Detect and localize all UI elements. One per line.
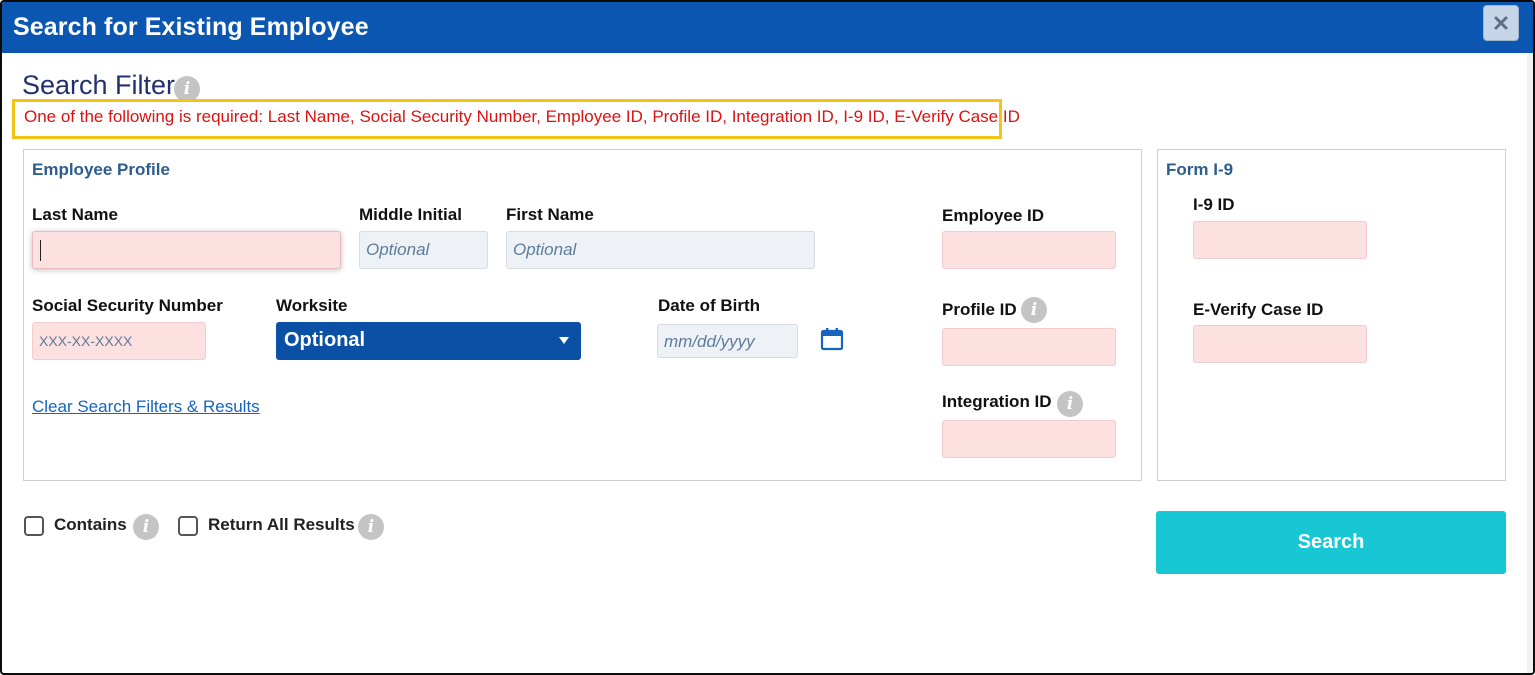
calendar-icon[interactable]	[819, 326, 845, 352]
contains-info-icon[interactable]: i	[133, 514, 159, 540]
worksite-select[interactable]: Optional	[276, 322, 581, 360]
ssn-input[interactable]: XXX-XX-XXXX	[32, 322, 206, 360]
first-name-input[interactable]: Optional	[506, 231, 815, 269]
ssn-label: Social Security Number	[32, 296, 223, 315]
requirement-text: One of the following is required: Last N…	[24, 107, 1020, 126]
close-icon	[1494, 16, 1508, 30]
everify-case-id-input[interactable]	[1193, 325, 1367, 363]
employee-profile-title: Employee Profile	[32, 160, 170, 179]
i9-id-label: I-9 ID	[1193, 195, 1235, 214]
dob-label: Date of Birth	[658, 296, 760, 315]
last-name-input[interactable]	[32, 231, 341, 269]
integration-id-input[interactable]	[942, 420, 1116, 458]
last-name-label: Last Name	[32, 205, 118, 224]
profile-id-input[interactable]	[942, 328, 1116, 366]
i9-id-input[interactable]	[1193, 221, 1367, 259]
first-name-placeholder: Optional	[513, 240, 577, 259]
middle-initial-placeholder: Optional	[366, 240, 430, 259]
search-button[interactable]: Search	[1156, 511, 1506, 574]
dialog-title: Search for Existing Employee	[13, 13, 369, 41]
search-filter-heading: Search Filter	[22, 70, 176, 100]
text-caret	[40, 240, 41, 261]
requirement-notice: One of the following is required: Last N…	[12, 99, 1020, 139]
close-button[interactable]	[1483, 5, 1519, 41]
form-i9-title: Form I-9	[1166, 160, 1234, 179]
employee-id-input[interactable]	[942, 231, 1116, 269]
middle-initial-label: Middle Initial	[359, 205, 462, 224]
ssn-placeholder: XXX-XX-XXXX	[39, 333, 133, 349]
contains-label: Contains	[54, 515, 127, 534]
worksite-label: Worksite	[276, 296, 348, 315]
profile-id-label: Profile ID	[942, 300, 1017, 319]
worksite-selected-value: Optional	[284, 329, 366, 351]
search-employee-dialog: Search for Existing Employee Search Filt…	[0, 0, 1535, 675]
search-button-label: Search	[1297, 531, 1365, 553]
profile-id-info-icon[interactable]: i	[1021, 297, 1047, 323]
everify-case-id-label: E-Verify Case ID	[1193, 300, 1324, 319]
return-all-info-icon[interactable]: i	[358, 514, 384, 540]
dialog-titlebar: Search for Existing Employee	[2, 2, 1533, 53]
integration-id-info-icon[interactable]: i	[1057, 391, 1083, 417]
dialog-scrollbar[interactable]	[1527, 53, 1533, 673]
return-all-label: Return All Results	[208, 515, 355, 534]
clear-filters-link[interactable]: Clear Search Filters & Results	[32, 397, 260, 417]
employee-id-label: Employee ID	[942, 206, 1045, 225]
return-all-checkbox[interactable]	[178, 516, 198, 536]
integration-id-label: Integration ID	[942, 392, 1052, 411]
dob-placeholder: mm/dd/yyyy	[664, 332, 755, 351]
middle-initial-input[interactable]: Optional	[359, 231, 488, 269]
first-name-label: First Name	[506, 205, 594, 224]
contains-checkbox[interactable]	[24, 516, 44, 536]
dropdown-arrow-icon	[559, 337, 569, 344]
dob-input[interactable]: mm/dd/yyyy	[657, 324, 798, 358]
